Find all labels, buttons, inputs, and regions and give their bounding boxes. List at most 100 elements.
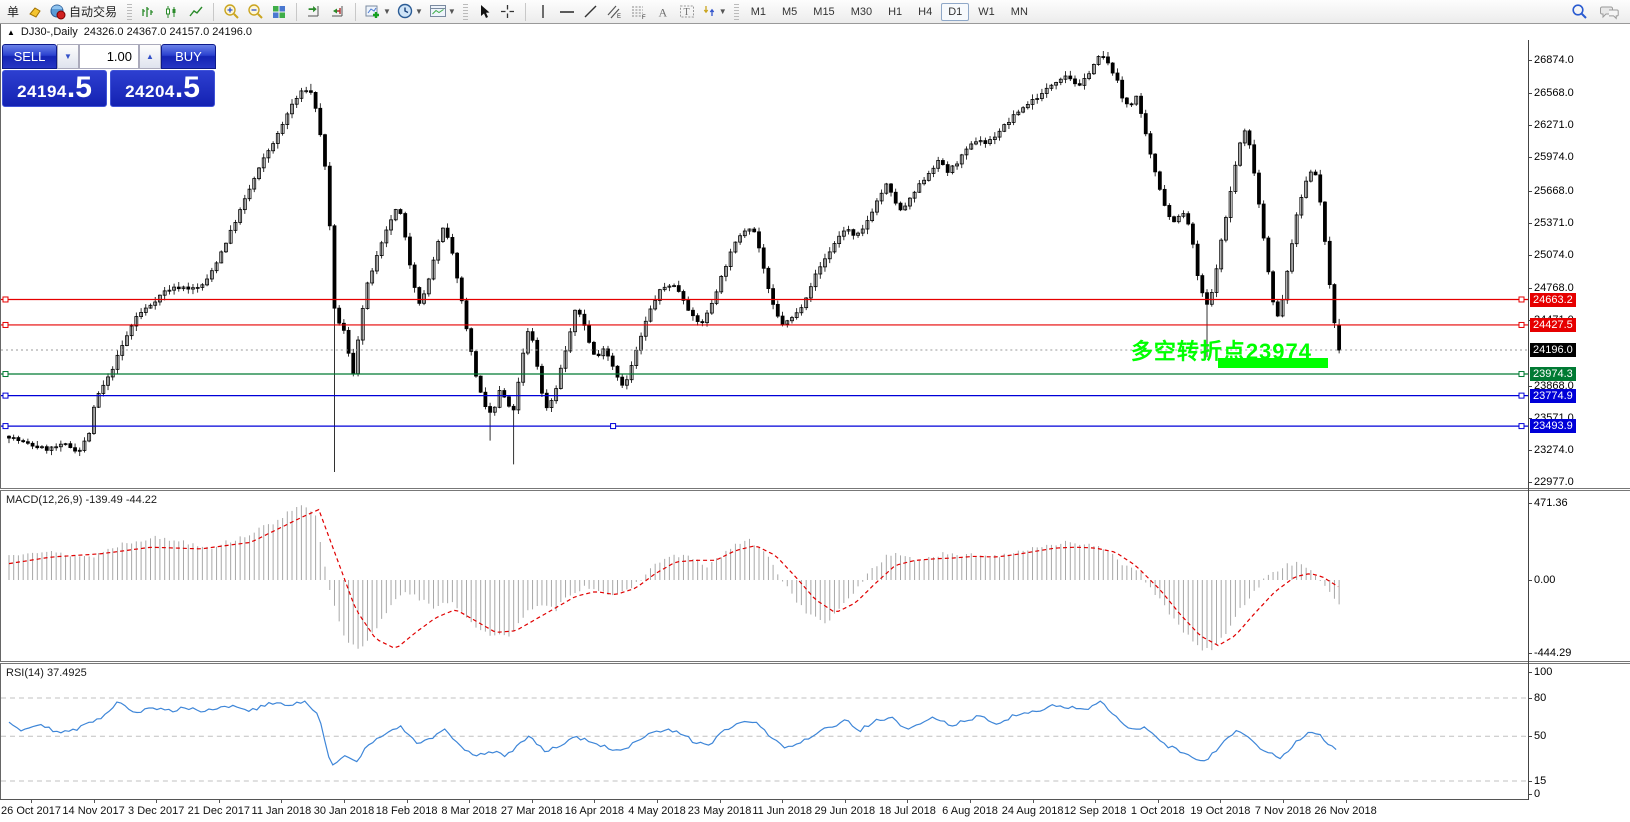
line-chart-icon[interactable]	[185, 2, 207, 22]
macd-axis-tick	[1528, 503, 1532, 504]
chart-symbol-title: DJ30-,Daily	[21, 26, 78, 38]
date-label: 24 Aug 2018	[1002, 805, 1064, 817]
order-label[interactable]: 单	[4, 3, 22, 20]
rsi-axis-label: 50	[1534, 730, 1546, 742]
timeframe-button-w1[interactable]: W1	[971, 3, 1002, 21]
price-level-badge: 24663.2	[1530, 293, 1576, 307]
date-tick	[970, 799, 971, 803]
svg-text:E: E	[617, 14, 621, 20]
date-label: 11 Jun 2018	[752, 805, 812, 817]
crosshair-icon[interactable]	[497, 2, 519, 22]
sell-price-frac: .5	[67, 73, 92, 103]
date-tick	[1283, 799, 1284, 803]
macd-axis-label: 0.00	[1534, 574, 1555, 586]
cursor-icon[interactable]	[473, 2, 495, 22]
autotrading-button[interactable]: 自动交易	[48, 2, 122, 22]
rsi-axis-label: 100	[1534, 666, 1552, 678]
macd-pane[interactable]	[0, 491, 1528, 661]
add-indicator-button[interactable]: ▼	[362, 2, 393, 22]
search-icon[interactable]	[1568, 2, 1590, 22]
date-label: 11 Jan 2018	[252, 805, 312, 817]
candlestick-icon[interactable]	[161, 2, 183, 22]
rsi-axis-tick	[1528, 698, 1532, 699]
timeframe-button-h1[interactable]: H1	[881, 3, 909, 21]
timeframe-button-m1[interactable]: M1	[744, 3, 773, 21]
arrows-icon[interactable]: ▼	[700, 2, 729, 22]
buy-price-frac: .5	[175, 73, 200, 103]
price-chart-pane[interactable]	[0, 40, 1528, 489]
new-order-icon[interactable]	[24, 2, 46, 22]
bar-chart-icon[interactable]	[137, 2, 159, 22]
date-label: 8 Mar 2018	[441, 805, 497, 817]
trendline-icon[interactable]	[580, 2, 602, 22]
vertical-line-icon[interactable]	[532, 2, 554, 22]
date-label: 3 Dec 2017	[128, 805, 184, 817]
price-axis-border[interactable]	[1528, 40, 1529, 800]
volume-increase-button[interactable]: ▲	[139, 44, 161, 69]
zoom-out-icon[interactable]	[244, 2, 266, 22]
rsi-line	[9, 701, 1336, 765]
price-axis-tick	[1528, 288, 1532, 289]
date-label: 18 Feb 2018	[376, 805, 438, 817]
sell-button[interactable]: SELL	[2, 44, 57, 69]
timeframe-button-d1[interactable]: D1	[941, 3, 969, 21]
timeframe-bar: M1M5M15M30H1H4D1W1MN	[744, 3, 1035, 21]
text-label-icon[interactable]: T	[676, 2, 698, 22]
timeframe-button-m30[interactable]: M30	[844, 3, 879, 21]
timeframe-button-mn[interactable]: MN	[1004, 3, 1035, 21]
date-tick	[1346, 799, 1347, 803]
rsi-axis-tick	[1528, 794, 1532, 795]
autotrading-icon	[50, 4, 66, 20]
sell-price-button[interactable]: 24194 .5	[2, 70, 107, 107]
macd-histogram	[9, 505, 1339, 650]
price-level-badge: 23493.9	[1530, 419, 1576, 433]
price-axis-tick	[1528, 255, 1532, 256]
toolbar-grip	[127, 4, 132, 20]
date-label: 19 Oct 2018	[1190, 805, 1250, 817]
auto-scroll-icon[interactable]	[303, 2, 325, 22]
template-button[interactable]: ▼	[427, 2, 458, 22]
rsi-axis-tick	[1528, 781, 1532, 782]
fibonacci-icon[interactable]: F	[628, 2, 650, 22]
rsi-axis-tick	[1528, 736, 1532, 737]
price-axis-tick	[1528, 223, 1532, 224]
collapse-icon[interactable]: ▲	[7, 28, 15, 37]
volume-decrease-button[interactable]: ▼	[57, 44, 79, 69]
zoom-in-icon[interactable]	[220, 2, 242, 22]
rsi-axis-label: 80	[1534, 692, 1546, 704]
svg-text:F: F	[642, 15, 646, 20]
price-axis-tick	[1528, 450, 1532, 451]
timeframe-button-h4[interactable]: H4	[911, 3, 939, 21]
macd-label: MACD(12,26,9) -139.49 -44.22	[6, 494, 157, 506]
volume-input[interactable]: 1.00	[79, 44, 139, 69]
horizontal-line-icon[interactable]	[556, 2, 578, 22]
price-axis-label: 25974.0	[1534, 151, 1574, 163]
period-selector-button[interactable]: ▼	[395, 2, 425, 22]
date-label: 6 Aug 2018	[942, 805, 998, 817]
toolbar-grip	[734, 4, 739, 20]
chat-icon[interactable]	[1598, 2, 1622, 22]
date-tick	[657, 799, 658, 803]
timeframe-button-m5[interactable]: M5	[775, 3, 804, 21]
rsi-pane[interactable]	[0, 664, 1528, 799]
macd-axis-label: -444.29	[1534, 647, 1571, 659]
date-tick	[1033, 799, 1034, 803]
buy-button[interactable]: BUY	[161, 44, 216, 69]
date-tick	[907, 799, 908, 803]
text-icon[interactable]: A	[652, 2, 674, 22]
dropdown-arrow-icon: ▼	[383, 7, 391, 16]
tile-windows-icon[interactable]	[268, 2, 290, 22]
chart-window-titlebar[interactable]: ▲ DJ30-,Daily 24326.0 24367.0 24157.0 24…	[0, 24, 1630, 40]
equidistant-channel-icon[interactable]: E	[604, 2, 626, 22]
date-label: 23 May 2018	[688, 805, 752, 817]
buy-price-button[interactable]: 24204 .5	[110, 70, 215, 107]
timeframe-button-m15[interactable]: M15	[806, 3, 841, 21]
date-label: 7 Nov 2018	[1255, 805, 1311, 817]
date-label: 12 Sep 2018	[1064, 805, 1126, 817]
date-tick	[782, 799, 783, 803]
price-axis-label: 25074.0	[1534, 249, 1574, 261]
price-level-badge: 23974.3	[1530, 367, 1576, 381]
chart-shift-icon[interactable]	[327, 2, 349, 22]
candlestick-series	[7, 51, 1340, 472]
dropdown-arrow-icon: ▼	[448, 7, 456, 16]
